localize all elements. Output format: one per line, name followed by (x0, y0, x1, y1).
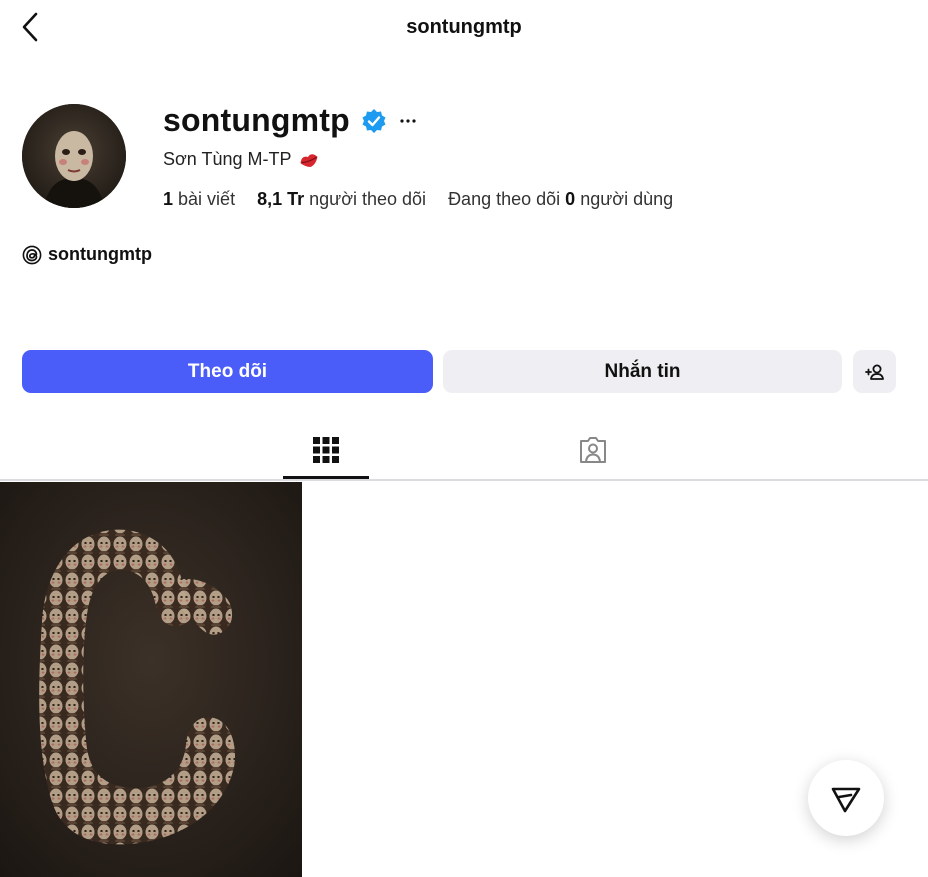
full-name-text: Sơn Tùng M-TP (163, 149, 292, 169)
top-bar: sontungmtp (0, 0, 928, 54)
avatar-image (22, 104, 126, 208)
threads-icon (22, 245, 42, 264)
tab-posts[interactable] (283, 420, 369, 480)
tabs-divider (0, 479, 928, 481)
post-image (0, 482, 302, 877)
posts-stat[interactable]: 1 bài viết (163, 189, 235, 210)
add-friend-button[interactable] (853, 350, 896, 393)
message-button[interactable]: Nhắn tin (443, 350, 842, 393)
threads-link[interactable]: sontungmtp (22, 244, 152, 265)
page-title: sontungmtp (406, 16, 522, 38)
tagged-icon (580, 437, 606, 463)
grid-icon (313, 437, 339, 463)
more-icon (400, 119, 416, 123)
send-icon (831, 787, 861, 813)
following-stat[interactable]: Đang theo dõi 0 người dùng (448, 189, 673, 210)
profile-username: sontungmtp (163, 102, 350, 138)
threads-handle: sontungmtp (48, 244, 152, 264)
follow-button[interactable]: Theo dõi (22, 350, 433, 393)
tab-tagged[interactable] (550, 420, 636, 480)
posts-label: bài viết (178, 189, 236, 209)
following-suffix: người dùng (580, 189, 674, 209)
avatar[interactable] (22, 104, 126, 208)
following-count: 0 (565, 189, 576, 209)
add-user-icon (864, 364, 884, 380)
followers-stat[interactable]: 8,1 Tr người theo dõi (257, 189, 426, 210)
posts-count: 1 (163, 189, 174, 209)
profile-stats: 1 bài viết 8,1 Tr người theo dõi Đang th… (163, 189, 673, 210)
following-prefix: Đang theo dõi (448, 189, 561, 209)
post-thumbnail[interactable] (0, 482, 302, 877)
followers-count: 8,1 Tr (257, 189, 305, 209)
lips-icon (300, 153, 317, 167)
profile-tabs (0, 420, 928, 482)
profile-full-name: Sơn Tùng M-TP (163, 149, 320, 170)
followers-label: người theo dõi (309, 189, 427, 209)
verified-badge-icon (362, 109, 386, 133)
send-fab-button[interactable] (808, 760, 884, 836)
more-options-button[interactable] (397, 108, 419, 132)
